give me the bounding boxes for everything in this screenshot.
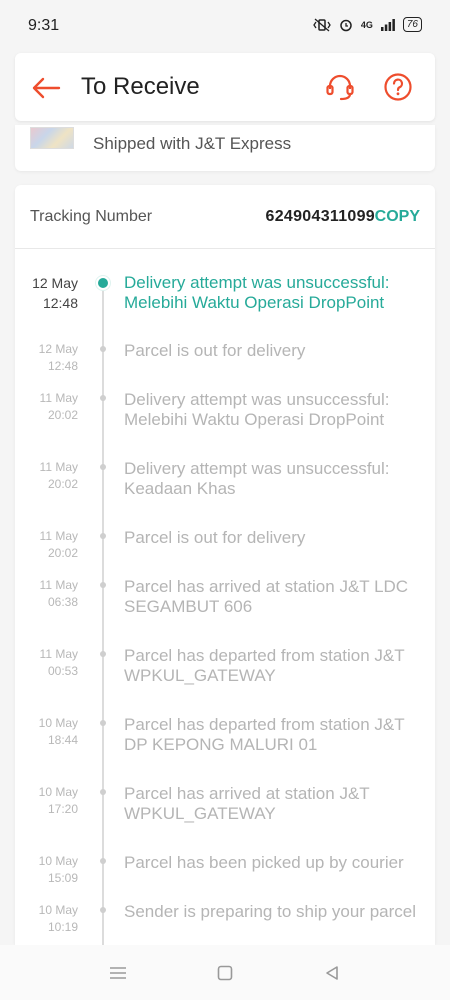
event-time: 17:20 <box>47 802 78 816</box>
system-back-button[interactable] <box>320 961 344 985</box>
event-date: 11 May <box>39 578 78 592</box>
event-date: 10 May <box>38 785 78 799</box>
event-description: Sender is preparing to ship your parcel <box>124 902 416 921</box>
tracking-number-label: Tracking Number <box>30 208 153 225</box>
battery-icon: 76 <box>402 17 422 32</box>
event-time: 20:02 <box>47 477 78 491</box>
event-description: Parcel has arrived at station J&T WPKUL_… <box>124 784 370 823</box>
event-timestamp: 12 May 12:48 <box>15 273 78 313</box>
customer-support-button[interactable] <box>323 70 357 104</box>
event-time: 12:48 <box>42 295 78 311</box>
home-square-icon <box>217 965 233 981</box>
product-thumbnail <box>30 127 74 149</box>
timeline-dot <box>100 395 106 401</box>
event-description: Parcel has departed from station J&T WPK… <box>124 646 405 685</box>
event-date: 10 May <box>38 903 78 917</box>
event-date: 10 May <box>38 854 78 868</box>
page-title: To Receive <box>81 73 200 100</box>
menu-icon <box>110 967 126 979</box>
copy-button[interactable]: COPY <box>375 208 420 226</box>
timeline-line <box>102 279 104 945</box>
timeline-dot <box>100 582 106 588</box>
status-bar: 9:31 4G 76 <box>0 0 450 50</box>
event-time: 15:09 <box>47 871 78 885</box>
event-time: 00:53 <box>47 664 78 678</box>
event-date: 12 May <box>32 275 78 291</box>
timeline-dot <box>100 533 106 539</box>
network-type: 4G <box>360 19 373 30</box>
timeline-dot <box>100 720 106 726</box>
event-date: 11 May <box>39 647 78 661</box>
event-timestamp: 11 May 20:02 <box>15 528 78 562</box>
timeline-dot <box>100 651 106 657</box>
event-date: 12 May <box>38 342 78 356</box>
event-description: Parcel is out for delivery <box>124 341 306 360</box>
event-time: 20:02 <box>47 546 78 560</box>
system-nav-bar <box>0 945 450 1000</box>
event-description: Delivery attempt was unsuccessful: Meleb… <box>124 273 390 312</box>
event-description: Parcel has departed from station J&T DP … <box>124 715 405 754</box>
back-triangle-icon <box>326 966 338 980</box>
current-status-dot <box>96 276 110 290</box>
recent-apps-button[interactable] <box>106 961 130 985</box>
event-timestamp: 10 May 15:09 <box>15 853 78 887</box>
event-time: 10:19 <box>47 920 78 934</box>
timeline-dot <box>100 346 106 352</box>
event-timestamp: 11 May 00:53 <box>15 646 78 680</box>
question-circle-icon <box>384 73 412 101</box>
tracking-number-row: Tracking Number 624904311099 COPY <box>15 185 435 249</box>
event-timestamp: 10 May 17:20 <box>15 784 78 818</box>
arrow-left-icon <box>32 77 61 99</box>
event-description: Parcel has arrived at station J&T LDC SE… <box>124 577 409 616</box>
event-date: 10 May <box>38 716 78 730</box>
event-description: Parcel is out for delivery <box>124 528 306 547</box>
event-timestamp: 10 May 10:19 <box>15 902 78 936</box>
event-date: 11 May <box>39 460 78 474</box>
event-timestamp: 10 May 18:44 <box>15 715 78 749</box>
help-button[interactable] <box>381 70 415 104</box>
shipping-carrier: Shipped with J&T Express <box>93 134 292 153</box>
vibrate-icon <box>313 18 331 31</box>
event-timestamp: 11 May 20:02 <box>15 459 78 493</box>
status-time: 9:31 <box>28 17 60 34</box>
event-timestamp: 11 May 06:38 <box>15 577 78 611</box>
event-description: Delivery attempt was unsuccessful: Keada… <box>124 459 390 498</box>
tracking-number-value: 624904311099 <box>265 208 375 225</box>
status-icons: 4G 76 <box>313 17 422 32</box>
timeline-dot <box>100 464 106 470</box>
event-time: 12:48 <box>47 359 78 373</box>
event-time: 06:38 <box>47 595 78 609</box>
event-description: Delivery attempt was unsuccessful: Meleb… <box>124 390 390 429</box>
event-description: Parcel has been picked up by courier <box>124 853 404 872</box>
event-time: 18:44 <box>47 733 78 747</box>
tracking-card: Tracking Number 624904311099 COPY 12 May… <box>15 185 435 945</box>
back-button[interactable] <box>29 71 63 105</box>
event-timestamp: 12 May 12:48 <box>15 341 78 375</box>
event-date: 11 May <box>39 529 78 543</box>
event-date: 11 May <box>39 391 78 405</box>
event-time: 20:02 <box>47 408 78 422</box>
shipping-info-card: Shipped with J&T Express <box>15 125 435 171</box>
timeline-dot <box>100 789 106 795</box>
headset-icon <box>326 74 354 101</box>
event-timestamp: 11 May 20:02 <box>15 390 78 424</box>
alarm-icon <box>340 19 352 31</box>
timeline-dot <box>100 907 106 913</box>
header-bar: To Receive <box>15 53 435 121</box>
signal-icon <box>380 18 395 31</box>
timeline-dot <box>100 858 106 864</box>
home-button[interactable] <box>213 961 237 985</box>
